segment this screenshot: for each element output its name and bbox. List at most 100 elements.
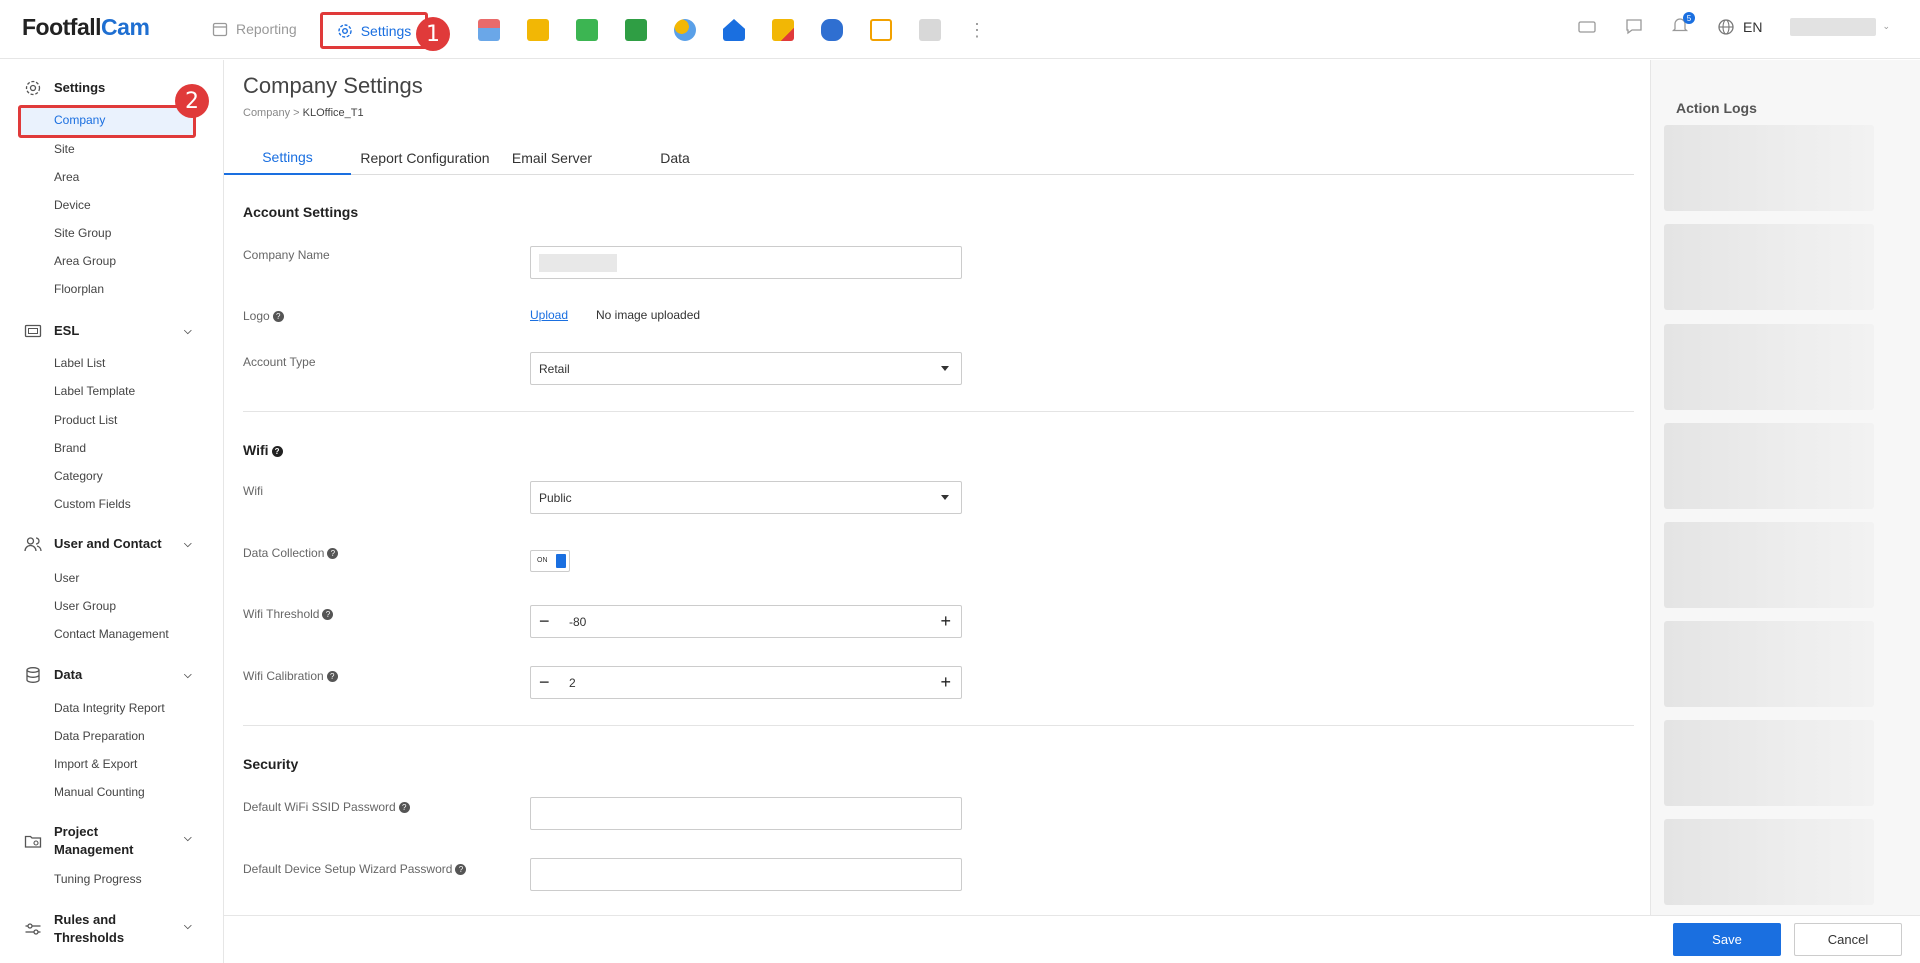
sidebar-section-data[interactable]: Data ⌵ [0, 666, 223, 684]
action-log-entry-redacted [1664, 125, 1874, 211]
save-button[interactable]: Save [1673, 923, 1781, 956]
wifi-threshold-value[interactable]: -80 [569, 615, 586, 629]
sidebar-item-area-group[interactable]: Area Group [54, 254, 116, 268]
sidebar-active-highlight [18, 105, 196, 138]
sidebar-item-category[interactable]: Category [54, 469, 103, 483]
wifi-threshold-stepper[interactable]: − -80 + [530, 605, 962, 638]
database-app-icon[interactable] [821, 19, 843, 41]
nav-reporting[interactable]: Reporting [212, 21, 297, 37]
app-logo[interactable]: FootfallCam [22, 14, 150, 41]
nav-settings-label: Settings [360, 22, 412, 39]
sidebar-item-floorplan[interactable]: Floorplan [54, 282, 104, 296]
sidebar-item-site[interactable]: Site [54, 142, 75, 156]
logo-label: Logo? [243, 309, 284, 323]
sidebar-item-label-template[interactable]: Label Template [54, 384, 135, 398]
sidebar-item-custom-fields[interactable]: Custom Fields [54, 497, 131, 511]
wizard-password-input[interactable] [530, 858, 962, 891]
help-icon[interactable]: ? [398, 802, 410, 814]
language-label: EN [1743, 18, 1763, 35]
sidebar-item-brand[interactable]: Brand [54, 441, 86, 455]
tab-data[interactable]: Data [605, 141, 745, 175]
sidebar-item-data-preparation[interactable]: Data Preparation [54, 729, 145, 743]
action-logs-panel: Action Logs [1650, 60, 1920, 915]
account-type-value: Retail [539, 361, 570, 376]
help-icon[interactable]: ? [327, 548, 339, 560]
company-name-input[interactable] [530, 246, 962, 279]
help-icon[interactable]: ? [272, 311, 284, 323]
resize-app-icon[interactable] [870, 19, 892, 41]
sidebar-item-user[interactable]: User [54, 571, 79, 585]
help-icon[interactable]: ? [322, 609, 334, 621]
ssid-password-input[interactable] [530, 797, 962, 830]
sidebar-item-device[interactable]: Device [54, 198, 91, 212]
gear-icon [25, 80, 41, 96]
sidebar-item-company[interactable]: Company [54, 113, 105, 127]
minus-icon[interactable]: − [539, 672, 550, 693]
language-selector[interactable]: EN [1717, 18, 1762, 36]
help-icon[interactable]: ? [271, 445, 283, 457]
sidebar-item-user-group[interactable]: User Group [54, 599, 116, 613]
sidebar-item-tuning-progress[interactable]: Tuning Progress [54, 872, 142, 886]
toggle-state-text: ON [537, 557, 548, 564]
note-app-icon[interactable] [772, 19, 794, 41]
sidebar-item-import-export[interactable]: Import & Export [54, 757, 137, 771]
caret-down-icon [941, 366, 949, 371]
sidebar-item-data-integrity-report[interactable]: Data Integrity Report [54, 701, 165, 715]
tab-settings[interactable]: Settings [224, 141, 351, 175]
more-apps-icon[interactable]: ⋮ [968, 19, 986, 41]
data-collection-label-text: Data Collection [243, 546, 325, 560]
notification-button[interactable]: 5 [1671, 12, 1695, 37]
breadcrumb: Company > KLOffice_T1 [243, 107, 364, 119]
user-menu[interactable]: ⌄ [1790, 17, 1890, 36]
wifi-calibration-value[interactable]: 2 [569, 676, 576, 690]
nav-settings[interactable]: Settings [320, 12, 428, 49]
plus-icon[interactable]: + [940, 611, 951, 632]
tab-report-configuration[interactable]: Report Configuration [351, 141, 499, 175]
no-image-text: No image uploaded [596, 308, 701, 322]
wifi-calibration-label: Wifi Calibration? [243, 669, 338, 683]
gift-app-icon[interactable] [478, 19, 500, 41]
minus-icon[interactable]: − [539, 611, 550, 632]
report-app-icon[interactable] [625, 19, 647, 41]
logo-text-footfall: Footfall [22, 14, 102, 40]
breadcrumb-root[interactable]: Company [243, 107, 290, 119]
top-bar: FootfallCam Reporting Settings 1 ⋮ 5 EN [0, 0, 1920, 59]
file-app-icon[interactable] [919, 19, 941, 41]
cancel-button[interactable]: Cancel [1794, 923, 1902, 956]
weather-app-icon[interactable] [674, 19, 696, 41]
section-divider [243, 411, 1634, 412]
ticket-icon[interactable] [1577, 19, 1597, 35]
action-log-entry-redacted [1664, 224, 1874, 310]
wifi-calibration-stepper[interactable]: − 2 + [530, 666, 962, 699]
tab-email-server[interactable]: Email Server [499, 141, 605, 175]
chat-icon[interactable] [1625, 18, 1643, 36]
sidebar-section-user-contact[interactable]: User and Contact ⌵ [0, 535, 223, 553]
chart-app-icon[interactable] [527, 19, 549, 41]
folder-gear-icon [24, 835, 42, 848]
sidebar-item-contact-management[interactable]: Contact Management [54, 627, 169, 641]
sidebar-section-project-management[interactable]: Project Management ⌵ [0, 823, 223, 859]
wifi-threshold-label: Wifi Threshold? [243, 607, 334, 621]
calendar-app-icon[interactable] [576, 19, 598, 41]
sidebar-item-manual-counting[interactable]: Manual Counting [54, 785, 145, 799]
sidebar-item-site-group[interactable]: Site Group [54, 226, 111, 240]
logo-label-text: Logo [243, 309, 270, 323]
users-icon [24, 537, 42, 552]
home-app-icon[interactable] [723, 19, 745, 41]
action-log-entry-redacted [1664, 423, 1874, 509]
sidebar-section-rules-thresholds[interactable]: Rules and Thresholds ⌵ [0, 911, 223, 947]
notification-count-badge: 5 [1683, 12, 1695, 24]
sidebar-item-area[interactable]: Area [54, 170, 79, 184]
wifi-select[interactable]: Public [530, 481, 962, 514]
chevron-down-icon: ⌵ [184, 921, 192, 932]
sidebar-item-label-list[interactable]: Label List [54, 356, 105, 370]
sidebar-item-product-list[interactable]: Product List [54, 413, 117, 427]
help-icon[interactable]: ? [455, 864, 467, 876]
sidebar-section-settings[interactable]: Settings [0, 79, 223, 97]
account-type-select[interactable]: Retail [530, 352, 962, 385]
upload-link[interactable]: Upload [530, 308, 568, 322]
plus-icon[interactable]: + [940, 672, 951, 693]
data-collection-toggle[interactable]: ON [530, 550, 570, 572]
sidebar-section-esl[interactable]: ESL ⌵ [0, 322, 223, 340]
help-icon[interactable]: ? [326, 671, 338, 683]
